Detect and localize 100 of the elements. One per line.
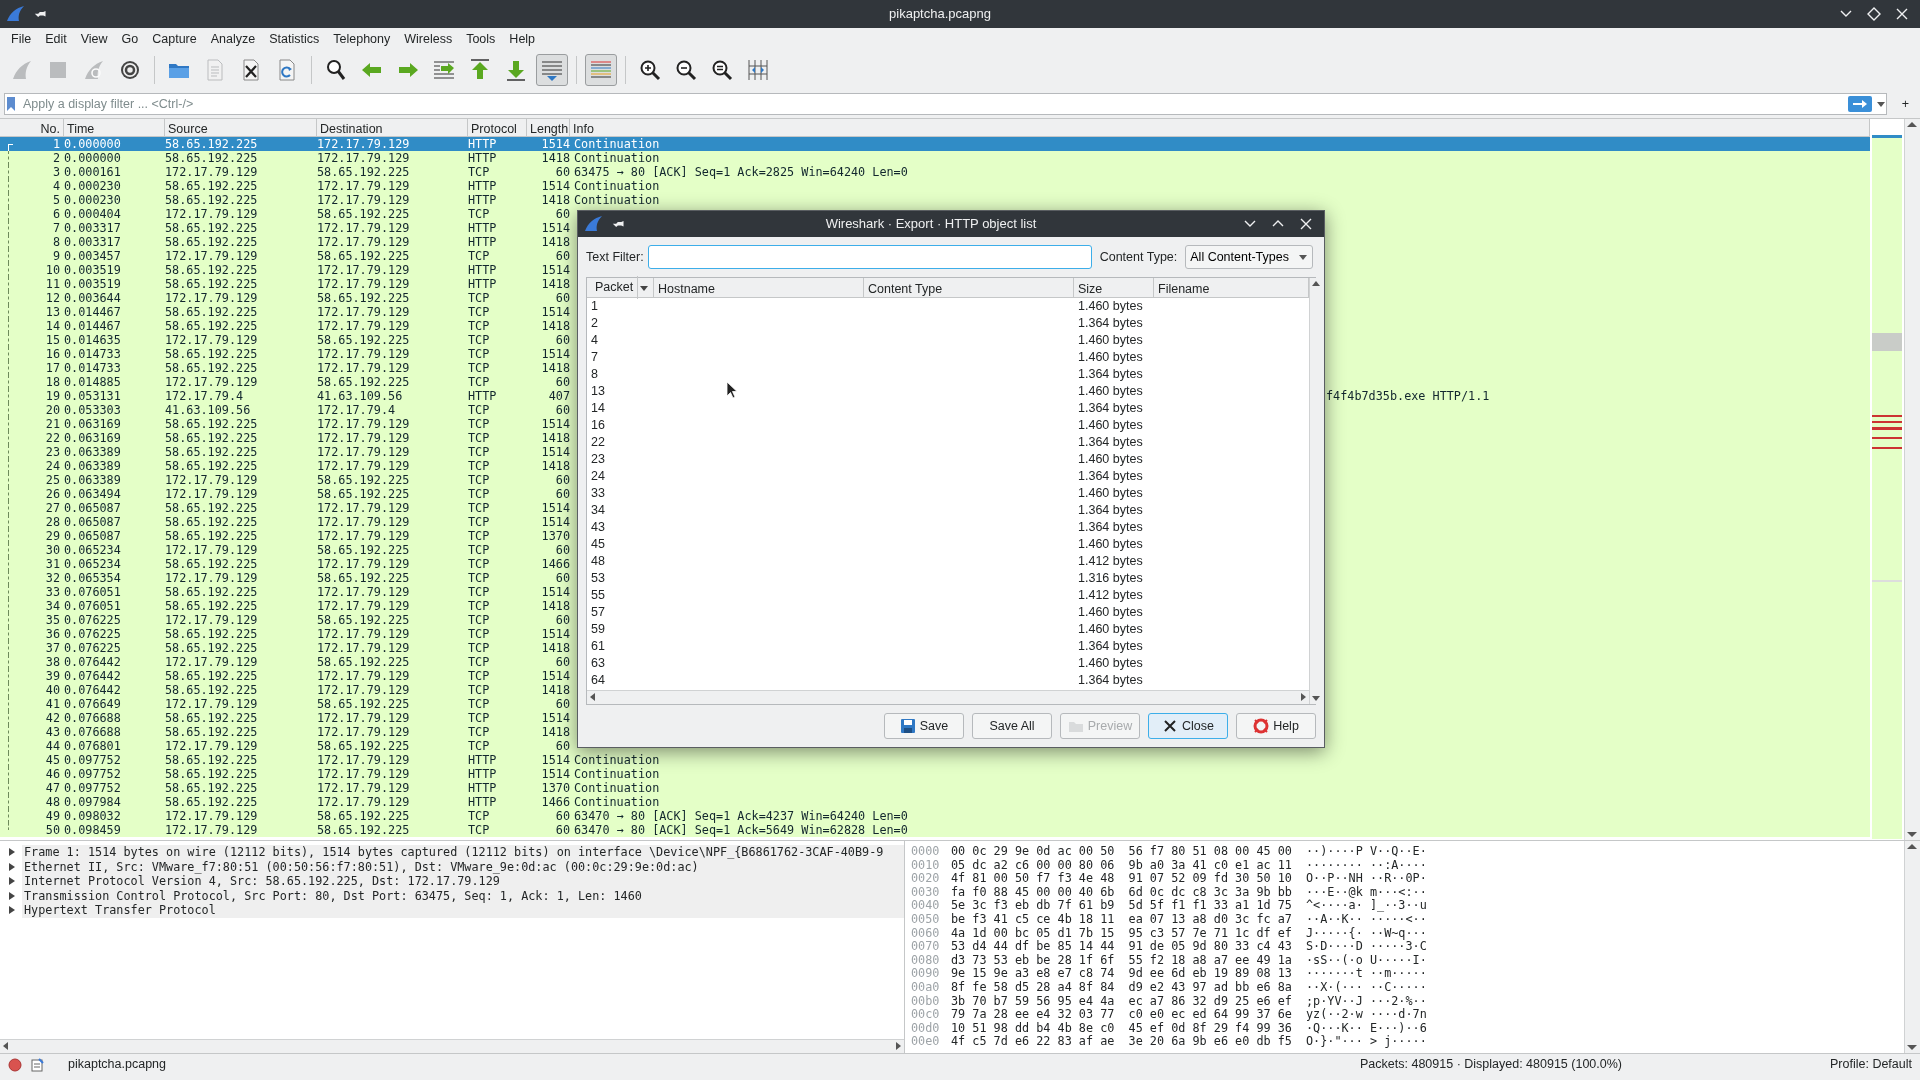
table-cell-text: 172.17.79.129	[317, 319, 411, 333]
ascii-text: ···E··@k m···<:··	[1306, 885, 1427, 899]
table-cell-text: 0.076442	[64, 683, 122, 697]
table-cell-text: 172.17.79.129	[165, 473, 259, 487]
table-cell-text: 0.014635	[64, 333, 122, 347]
table-cell-text: 45	[590, 536, 606, 553]
table-cell-text: 172.17.79.129	[317, 501, 411, 515]
table-cell-text: TCP	[468, 515, 491, 529]
table-cell-text: TCP	[468, 739, 491, 753]
table-cell-text: 58.65.192.225	[165, 529, 259, 543]
table-cell-text: HTTP	[468, 753, 498, 767]
ascii-text: ········ ··:A····	[1306, 858, 1427, 873]
hex-bytes: d3 73 53 eb be 28 1f 6f 55 f2 18 a8 a7 ee 49 1a	[951, 953, 1293, 967]
table-cell-text: 1	[590, 298, 599, 315]
table-cell-text: 1.460 bytes	[1077, 417, 1144, 434]
table-cell-text: TCP	[468, 669, 491, 683]
table-cell-text: 58.65.192.225	[165, 151, 259, 165]
hex-bytes: 5e 3c f3 eb db 7f 61 b9 5d 5f f1 f1 33 a1 1d 75	[951, 899, 1293, 913]
table-cell-text: 58.65.192.225	[165, 221, 259, 235]
table-cell-text: 172.17.79.129	[165, 333, 259, 347]
table-cell-text: TCP	[468, 375, 491, 389]
table-cell-text: 172.17.79.129	[317, 669, 411, 683]
table-cell-text: 58.65.192.225	[317, 333, 411, 347]
ascii-text: ·sS··(·o U·····I·	[1306, 953, 1427, 968]
table-cell-text: 1.460 bytes	[1077, 536, 1144, 553]
table-cell-text: 1514	[540, 711, 570, 725]
table-cell-text: TCP	[468, 823, 491, 837]
table-cell-text: 1.460 bytes	[1077, 604, 1144, 621]
table-cell-text: 1514	[540, 347, 570, 361]
table-cell-text: 172.17.79.129	[317, 627, 411, 641]
table-cell-text: 172.17.79.129	[165, 291, 259, 305]
table-cell-text: 172.17.79.129	[165, 543, 259, 557]
table-cell-text: 60	[554, 487, 570, 501]
ascii-text: ^<····a· ]_··3··u	[1306, 899, 1427, 913]
table-cell-text: HTTP	[468, 221, 498, 235]
table-cell-text: HTTP	[468, 389, 498, 403]
ascii-text: ··X·(··· ··C·····	[1306, 980, 1427, 995]
table-cell-text: 63470 → 80 [ACK] Seq=1 Ack=4237 Win=64240 Len=0	[573, 809, 908, 823]
table-cell-text: 172.17.79.129	[317, 781, 411, 795]
table-cell-text: 33	[590, 485, 606, 502]
table-cell-text: 60	[554, 739, 570, 753]
table-cell-text: 1514	[540, 669, 570, 683]
table-cell-text: 172.17.79.129	[165, 655, 259, 669]
table-cell-text: 14	[590, 400, 606, 417]
table-cell-text: 0.065234	[64, 543, 122, 557]
table-cell-text: 0.000000	[64, 137, 122, 151]
table-cell-text: 172.17.79.4	[165, 389, 245, 403]
table-cell-text: 1.460 bytes	[1077, 485, 1144, 502]
table-cell-text: TCP	[468, 417, 491, 431]
table-cell-text: 48	[590, 553, 606, 570]
table-cell-text: TCP	[468, 683, 491, 697]
table-cell-text: 58.65.192.225	[165, 459, 259, 473]
table-cell-text: 172.17.79.129	[317, 263, 411, 277]
table-cell-text: TCP	[468, 655, 491, 669]
table-cell-text: 23	[590, 451, 606, 468]
table-cell-text: 1514	[540, 753, 570, 767]
table-cell-text: 0.076051	[64, 599, 122, 613]
table-cell-text: 172.17.79.129	[317, 725, 411, 739]
table-cell-text: 172.17.79.129	[317, 599, 411, 613]
table-cell-text: 58.65.192.225	[165, 445, 259, 459]
table-cell-text: TCP	[468, 487, 491, 501]
table-cell-text: 1.460 bytes	[1077, 655, 1144, 672]
table-cell-text: 0.014467	[64, 319, 122, 333]
table-cell-text: 63470 → 80 [ACK] Seq=1 Ack=5649 Win=62828 Len=0	[573, 823, 908, 837]
table-cell-text: 58.65.192.225	[165, 669, 259, 683]
table-cell-text: 0.065087	[64, 515, 122, 529]
table-cell-text: 0.063389	[64, 473, 122, 487]
table-cell-text: 0.065087	[64, 529, 122, 543]
table-cell-text: 58.65.192.225	[165, 725, 259, 739]
hex-bytes: 4f 81 00 50 f7 f3 4e 48 91 07 52 09 fd 30 50 10	[951, 872, 1293, 886]
table-cell-text: TCP	[468, 809, 491, 823]
table-cell-text: 0.076225	[64, 613, 122, 627]
table-cell-text: 1514	[540, 305, 570, 319]
table-cell-text: HTTP	[468, 235, 498, 249]
ascii-text: ·Q···K·· E···)··6	[1306, 1021, 1427, 1035]
table-cell-text: 1370	[540, 529, 570, 543]
table-cell-text: 1.460 bytes	[1077, 298, 1144, 315]
table-cell-text: 172.17.79.129	[317, 767, 411, 781]
table-cell-text: 58.65.192.225	[165, 767, 259, 781]
table-cell-text: TCP	[468, 361, 491, 375]
table-cell-text: 58.65.192.225	[317, 473, 411, 487]
table-cell-text: 43	[590, 519, 606, 536]
table-cell-text: 34	[590, 502, 606, 519]
table-cell-text: 60	[554, 375, 570, 389]
table-cell-text: 0.063494	[64, 487, 122, 501]
table-cell-text: 0.065354	[64, 571, 122, 585]
table-cell-text: 1514	[540, 221, 570, 235]
table-cell-text: HTTP	[468, 151, 498, 165]
table-cell-text: 0.014467	[64, 305, 122, 319]
table-cell-text: HTTP	[468, 193, 498, 207]
hex-bytes: fa f0 88 45 00 00 40 6b 6d 0c dc c8 3c 3a 9b bb	[951, 885, 1293, 899]
table-cell-text: 1418	[540, 277, 570, 291]
table-cell-text: 63	[590, 655, 606, 672]
table-cell-text: 172.17.79.129	[317, 193, 411, 207]
table-cell-text: 58.65.192.225	[165, 515, 259, 529]
table-cell-text: 60	[554, 809, 570, 823]
table-cell-text: 41.63.109.56	[317, 389, 404, 403]
offset-text: 0050	[910, 912, 941, 927]
table-cell-text: HTTP	[468, 137, 498, 151]
table-cell-text: 60	[554, 655, 570, 669]
